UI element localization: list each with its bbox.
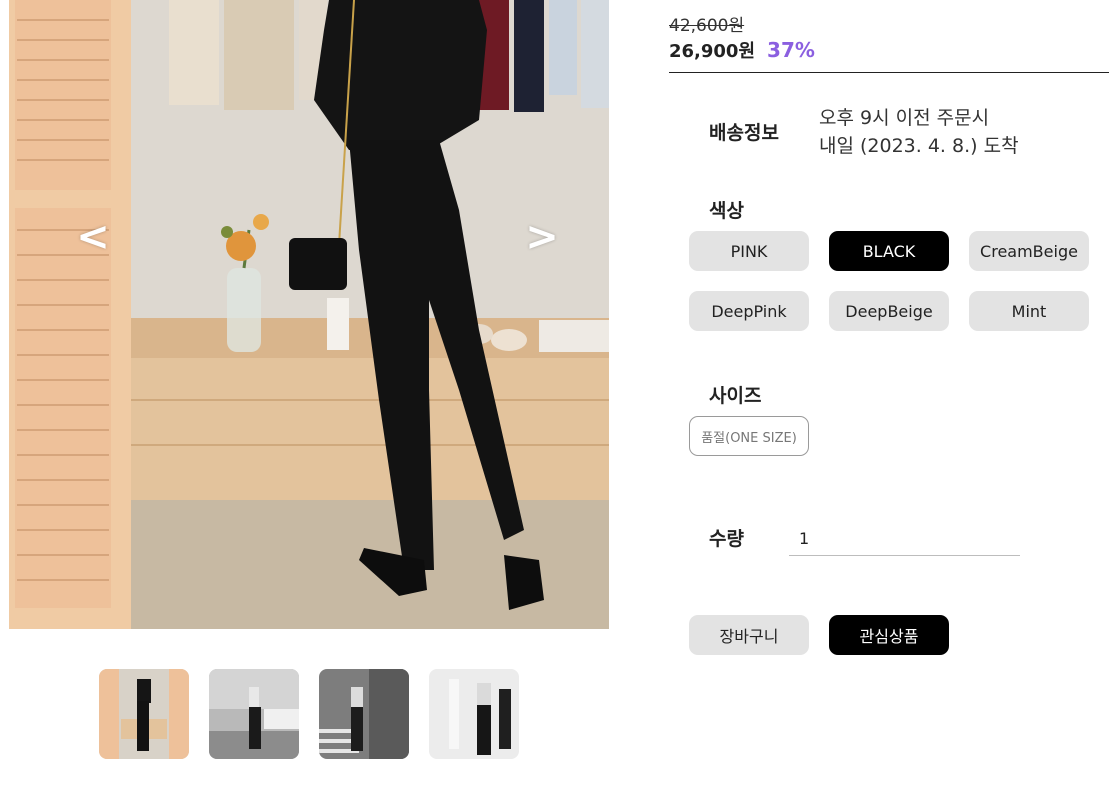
color-option-creambeige[interactable]: CreamBeige <box>969 231 1089 271</box>
thumbnail-3[interactable] <box>319 669 409 759</box>
price-divider <box>669 72 1109 73</box>
thumbnail-1[interactable] <box>99 669 189 759</box>
thumbnail-2[interactable] <box>209 669 299 759</box>
color-option-pink[interactable]: PINK <box>689 231 809 271</box>
original-price: 42,600원 <box>669 16 745 36</box>
discount-rate: 37% <box>767 38 815 62</box>
color-option-deeppink[interactable]: DeepPink <box>689 291 809 331</box>
gallery-prev-button[interactable]: < <box>73 210 113 264</box>
sale-price: 26,900원 <box>669 41 756 62</box>
color-option-mint[interactable]: Mint <box>969 291 1089 331</box>
thumbnail-4-image <box>429 669 519 759</box>
quantity-label: 수량 <box>709 528 744 550</box>
quantity-input[interactable] <box>789 522 1020 556</box>
color-label: 색상 <box>709 200 744 222</box>
thumbnail-2-image <box>209 669 299 759</box>
wishlist-button[interactable]: 관심상품 <box>829 615 949 655</box>
size-label: 사이즈 <box>709 385 762 407</box>
thumbnail-4[interactable] <box>429 669 519 759</box>
sale-price-row: 26,900원 37% <box>669 37 815 63</box>
product-photo-illustration <box>9 0 609 629</box>
thumbnail-1-image <box>99 669 189 759</box>
size-option-one-size[interactable]: 품절(ONE SIZE) <box>689 416 809 456</box>
delivery-label: 배송정보 <box>709 122 779 144</box>
delivery-line-2: 내일 (2023. 4. 8.) 도착 <box>819 135 1019 157</box>
color-option-black[interactable]: BLACK <box>829 231 949 271</box>
add-to-cart-button[interactable]: 장바구니 <box>689 615 809 655</box>
thumbnail-strip <box>99 669 519 759</box>
main-product-image: < > <box>9 0 609 629</box>
delivery-line-1: 오후 9시 이전 주문시 <box>819 107 990 129</box>
thumbnail-3-image <box>319 669 409 759</box>
color-option-deepbeige[interactable]: DeepBeige <box>829 291 949 331</box>
delivery-info: 오후 9시 이전 주문시 내일 (2023. 4. 8.) 도착 <box>819 104 1019 160</box>
gallery-next-button[interactable]: > <box>522 210 562 264</box>
